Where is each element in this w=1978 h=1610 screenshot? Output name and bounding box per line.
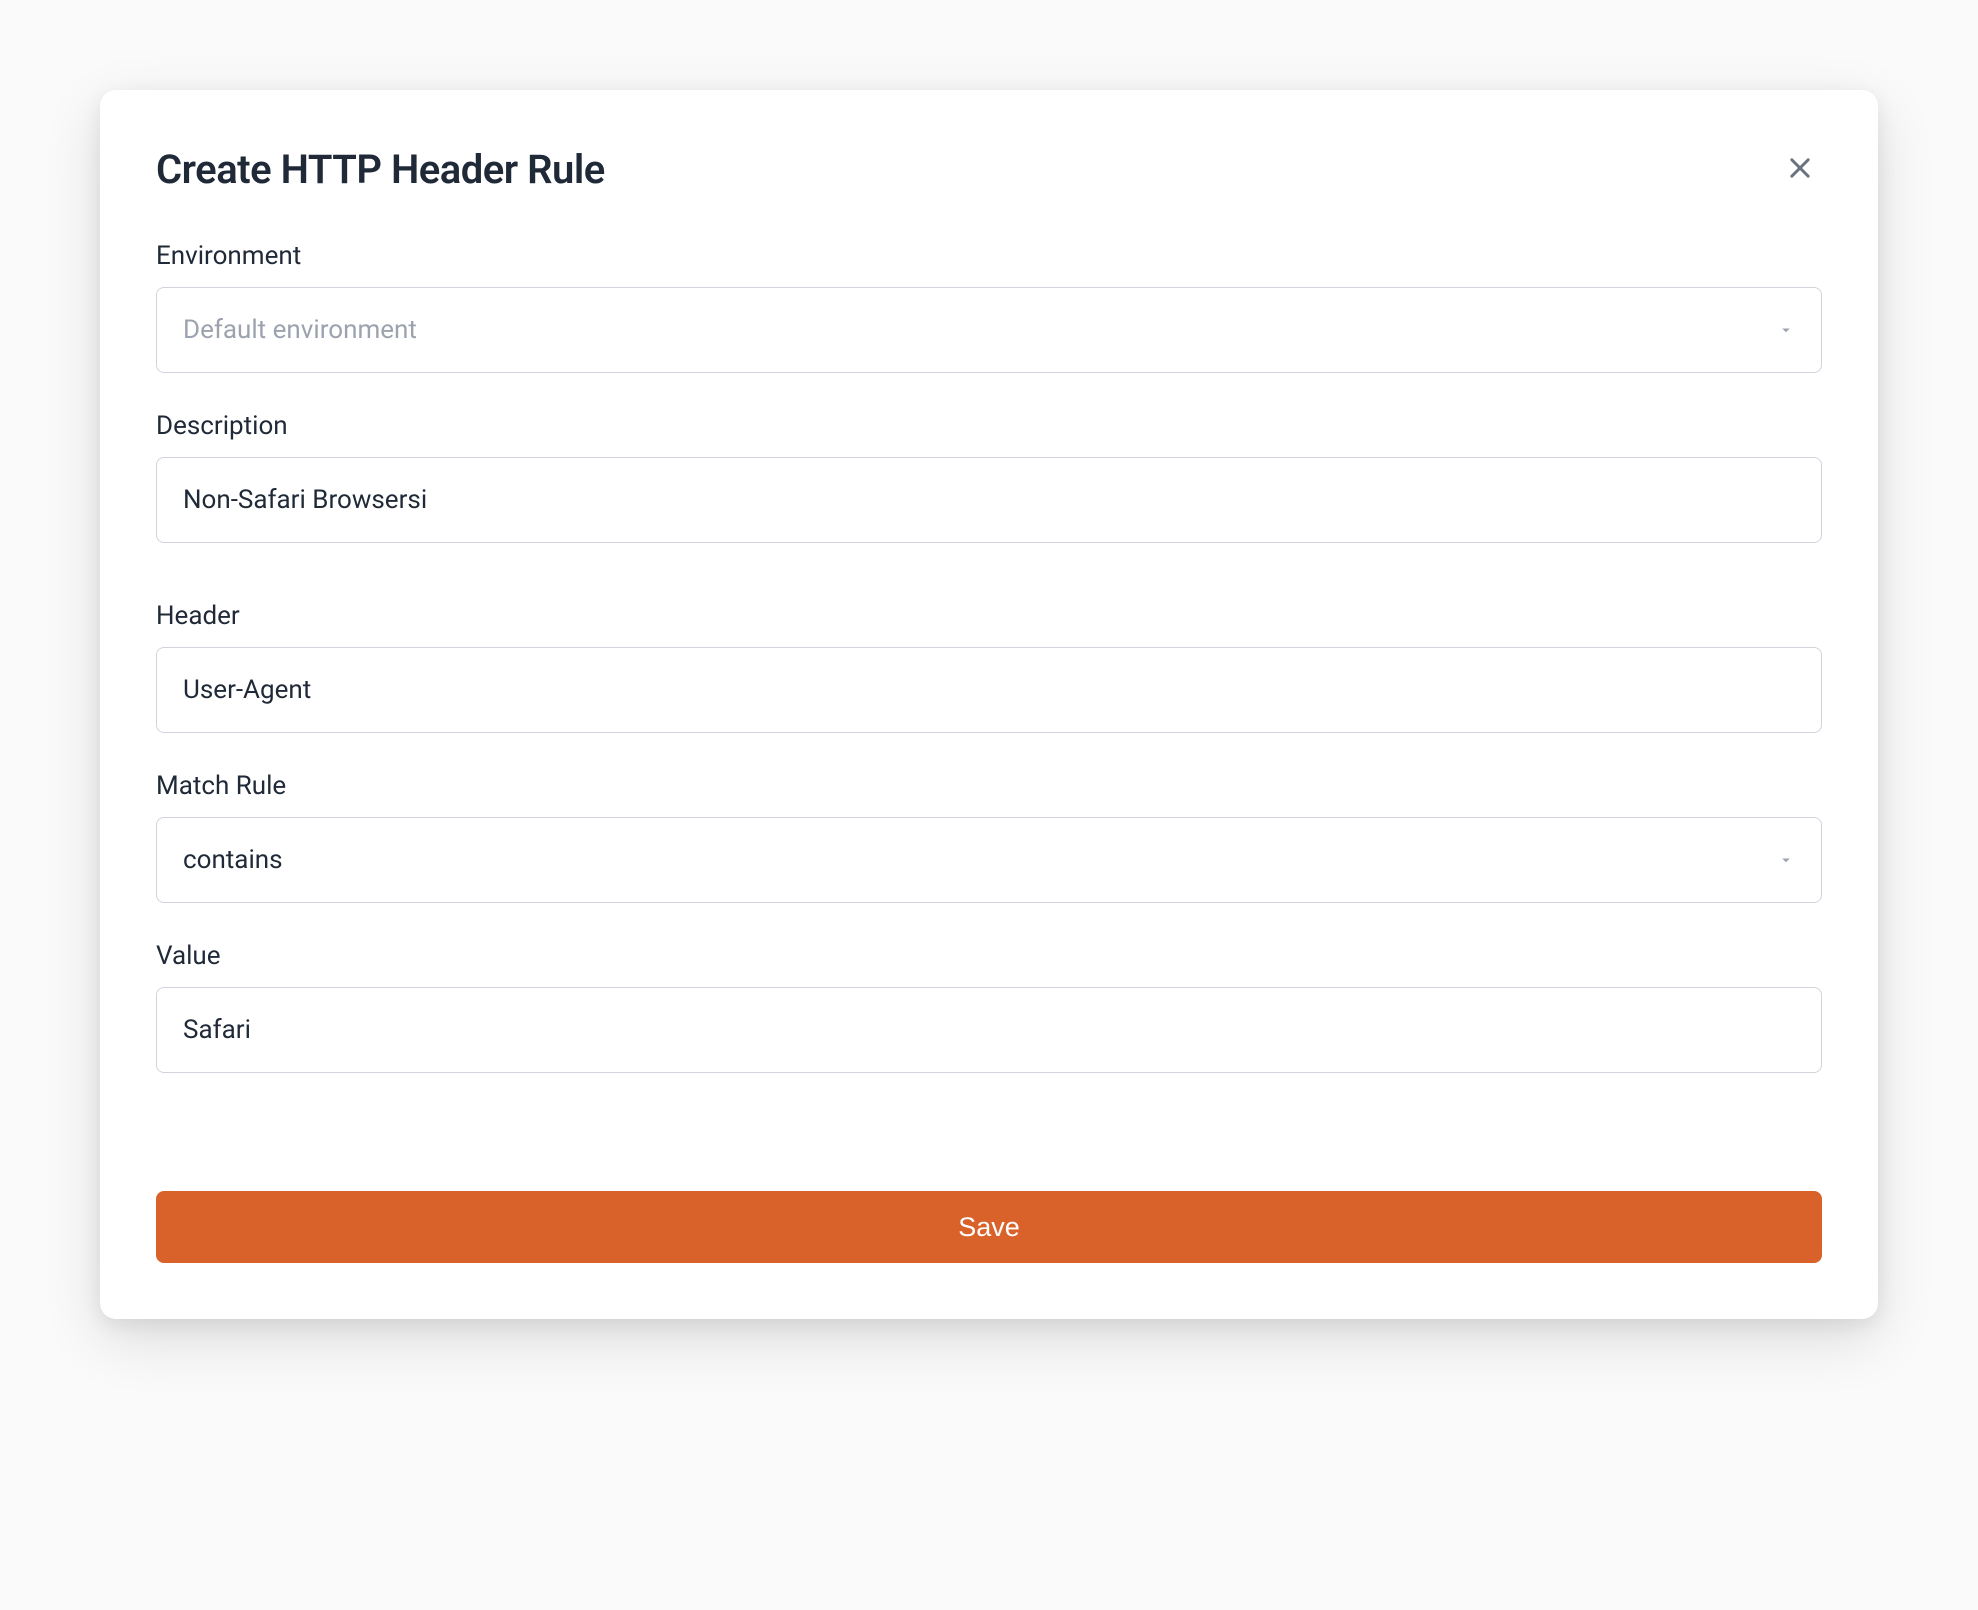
- match-rule-select-value: contains: [183, 845, 283, 875]
- description-label: Description: [156, 411, 1822, 441]
- value-input[interactable]: [156, 987, 1822, 1073]
- match-rule-field-group: Match Rule contains: [156, 771, 1822, 903]
- caret-down-icon: [1777, 851, 1795, 869]
- environment-field-group: Environment Default environment: [156, 241, 1822, 373]
- description-input[interactable]: [156, 457, 1822, 543]
- match-rule-label: Match Rule: [156, 771, 1822, 801]
- environment-label: Environment: [156, 241, 1822, 271]
- modal-title: Create HTTP Header Rule: [156, 146, 605, 193]
- close-icon: [1786, 154, 1814, 185]
- environment-select-placeholder: Default environment: [183, 315, 417, 345]
- save-button[interactable]: Save: [156, 1191, 1822, 1263]
- header-label: Header: [156, 601, 1822, 631]
- close-button[interactable]: [1778, 146, 1822, 193]
- value-field-group: Value: [156, 941, 1822, 1073]
- create-http-header-rule-modal: Create HTTP Header Rule Environment Defa…: [100, 90, 1878, 1319]
- modal-header: Create HTTP Header Rule: [156, 146, 1822, 193]
- environment-select[interactable]: Default environment: [156, 287, 1822, 373]
- value-label: Value: [156, 941, 1822, 971]
- header-field-group: Header: [156, 601, 1822, 733]
- match-rule-select[interactable]: contains: [156, 817, 1822, 903]
- description-field-group: Description: [156, 411, 1822, 543]
- caret-down-icon: [1777, 321, 1795, 339]
- header-input[interactable]: [156, 647, 1822, 733]
